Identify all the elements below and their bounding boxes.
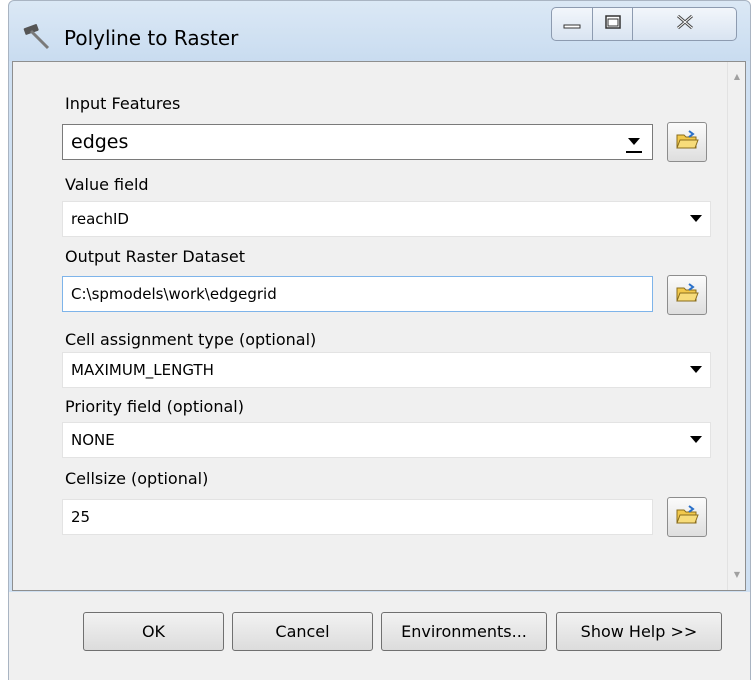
cellsize-browse-button[interactable] xyxy=(667,497,707,537)
input-features-value: edges xyxy=(71,131,129,153)
open-folder-icon xyxy=(675,504,699,530)
maximize-button[interactable] xyxy=(593,7,633,41)
cell-assignment-label: Cell assignment type (optional) xyxy=(65,330,317,349)
scroll-down-icon[interactable]: ▼ xyxy=(732,570,742,580)
value-field-dropdown[interactable]: reachID xyxy=(62,201,711,237)
output-raster-browse-button[interactable] xyxy=(667,275,707,315)
cell-assignment-value: MAXIMUM_LENGTH xyxy=(71,361,214,379)
ok-button[interactable]: OK xyxy=(83,612,224,651)
cancel-button[interactable]: Cancel xyxy=(232,612,373,651)
vertical-scrollbar[interactable]: ▲ ▼ xyxy=(727,62,745,590)
close-icon xyxy=(674,13,696,35)
cell-assignment-dropdown[interactable]: MAXIMUM_LENGTH xyxy=(62,352,711,388)
input-features-combobox[interactable]: edges xyxy=(62,124,653,160)
button-bar: OK Cancel Environments... Show Help >> xyxy=(9,592,750,680)
window-title: Polyline to Raster xyxy=(64,26,239,50)
chevron-down-icon[interactable] xyxy=(628,138,640,145)
scroll-up-icon[interactable]: ▲ xyxy=(732,72,742,82)
cellsize-value: 25 xyxy=(71,508,91,526)
open-folder-icon xyxy=(675,282,699,308)
input-features-browse-button[interactable] xyxy=(667,122,707,162)
window-controls xyxy=(551,7,737,41)
cellsize-label: Cellsize (optional) xyxy=(65,469,209,488)
priority-field-label: Priority field (optional) xyxy=(65,397,244,416)
show-help-button[interactable]: Show Help >> xyxy=(556,612,722,651)
close-button[interactable] xyxy=(633,7,737,41)
priority-field-value: NONE xyxy=(71,431,115,449)
value-field-value: reachID xyxy=(71,210,129,228)
input-features-label: Input Features xyxy=(65,94,181,113)
title-bar[interactable]: Polyline to Raster xyxy=(9,1,750,61)
chevron-down-icon[interactable] xyxy=(690,366,702,373)
cellsize-input[interactable]: 25 xyxy=(62,499,653,535)
minimize-icon xyxy=(562,15,582,34)
parameters-panel: Input Features edges Value field reachID… xyxy=(12,61,746,591)
chevron-down-icon[interactable] xyxy=(690,215,702,222)
dropdown-underline xyxy=(626,151,642,153)
minimize-button[interactable] xyxy=(551,7,593,41)
output-raster-value: C:\spmodels\work\edgegrid xyxy=(71,285,277,303)
hammer-icon xyxy=(21,21,51,51)
output-raster-input[interactable]: C:\spmodels\work\edgegrid xyxy=(62,276,653,312)
output-raster-label: Output Raster Dataset xyxy=(65,247,246,266)
priority-field-dropdown[interactable]: NONE xyxy=(62,422,711,458)
value-field-label: Value field xyxy=(65,175,149,194)
open-folder-icon xyxy=(675,129,699,155)
dialog-window: Polyline to Raster Input Features edges … xyxy=(8,0,751,680)
chevron-down-icon[interactable] xyxy=(690,436,702,443)
environments-button[interactable]: Environments... xyxy=(381,612,547,651)
maximize-icon xyxy=(604,14,622,34)
